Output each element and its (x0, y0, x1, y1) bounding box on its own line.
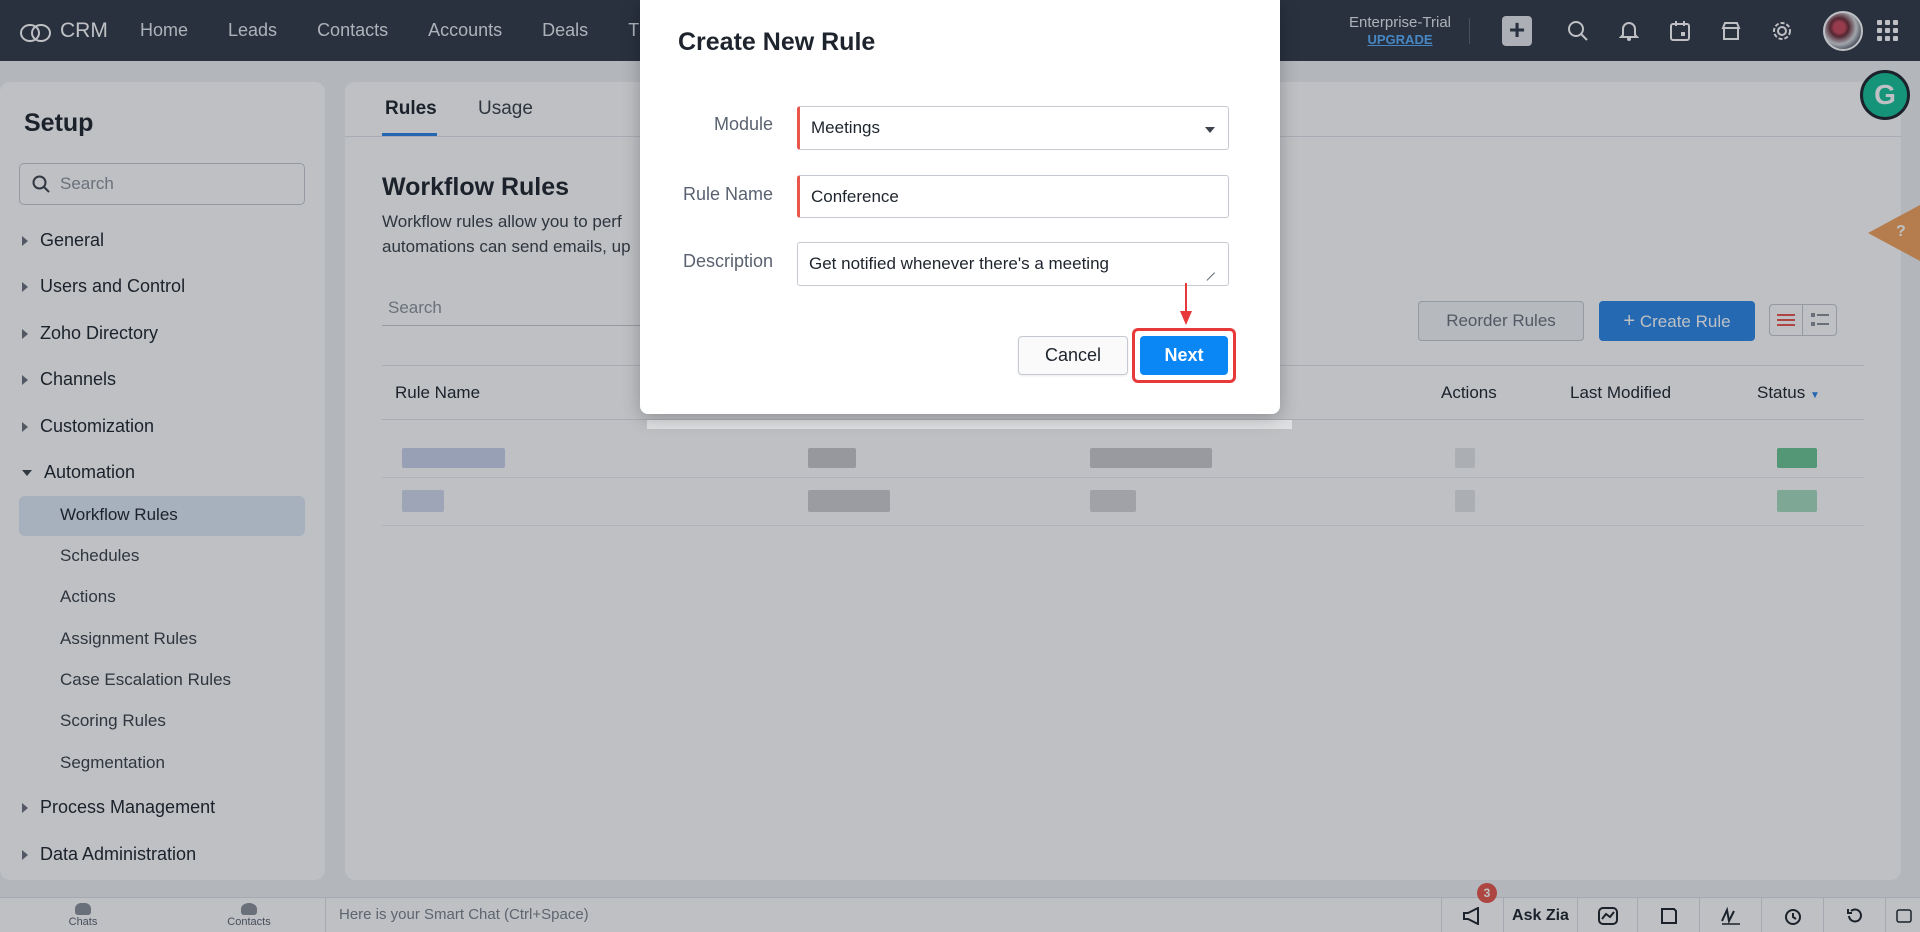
dialog-shadow (647, 420, 1292, 429)
annotation-arrow (1185, 283, 1187, 313)
cancel-button[interactable]: Cancel (1018, 336, 1128, 375)
rule-name-label: Rule Name (682, 184, 773, 204)
module-select[interactable]: Meetings (797, 106, 1229, 150)
rule-name-input[interactable]: Conference (797, 175, 1229, 218)
description-label: Description (682, 251, 773, 271)
dropdown-caret-icon (1205, 127, 1215, 133)
module-label: Module (713, 114, 773, 134)
resize-handle-icon[interactable] (1206, 264, 1215, 273)
create-rule-dialog: Create New Rule Module Meetings Rule Nam… (640, 0, 1280, 414)
description-textarea[interactable]: Get notified whenever there's a meeting (797, 242, 1229, 286)
dialog-title: Create New Rule (678, 28, 876, 56)
description-value: Get notified whenever there's a meeting (809, 254, 1109, 273)
rule-name-value: Conference (811, 186, 899, 206)
module-value: Meetings (811, 118, 880, 137)
annotation-arrow-head (1180, 311, 1192, 325)
next-button-highlight (1132, 328, 1236, 383)
